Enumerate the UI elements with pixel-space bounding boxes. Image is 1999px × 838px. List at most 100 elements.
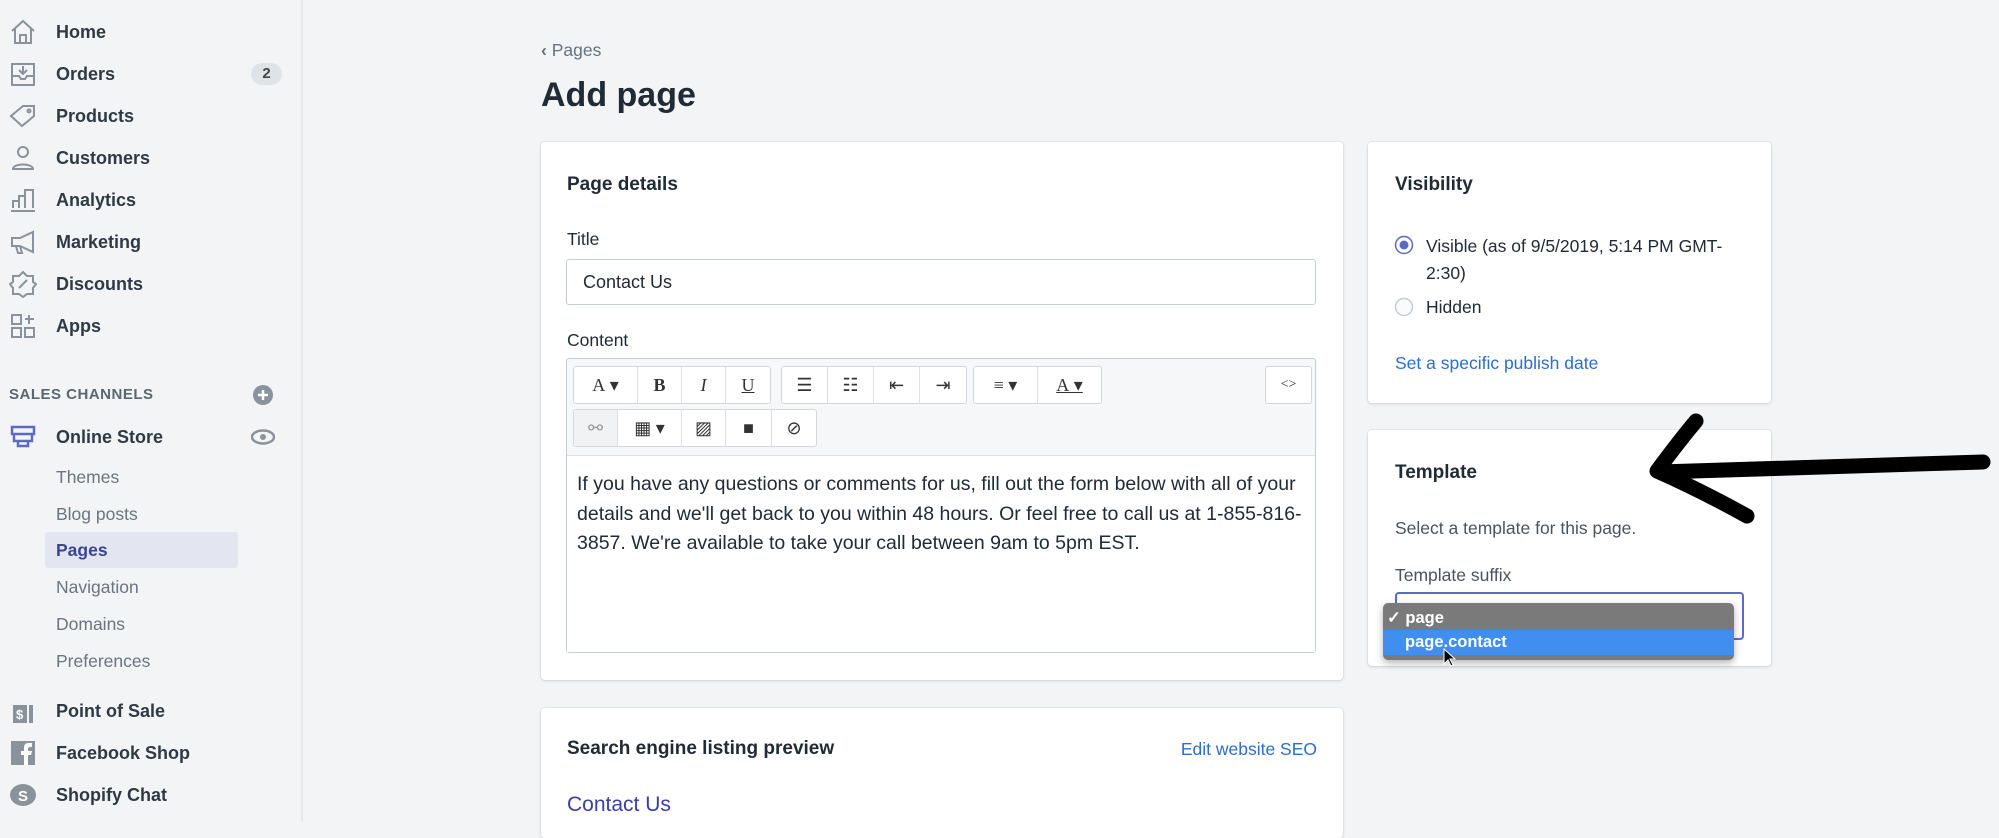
sales-channels-heading: SALES CHANNELS (9, 386, 154, 403)
person-icon (11, 146, 35, 170)
discount-icon (9, 270, 37, 298)
chevron-left-icon: ‹ (541, 40, 552, 60)
template-heading: Template (1395, 462, 1478, 483)
nav-navigation[interactable]: Navigation (56, 569, 139, 605)
nav-discounts[interactable]: Discounts (0, 266, 300, 302)
template-dropdown-menu: ✓ page page.contact (1383, 603, 1734, 660)
hidden-label: Hidden (1426, 297, 1482, 317)
visible-radio[interactable] (1394, 235, 1414, 255)
checkmark-icon: ✓ (1387, 609, 1401, 627)
nav-label: Apps (56, 315, 101, 336)
outdent-icon[interactable]: ⇤ (874, 367, 920, 403)
nav-domains[interactable]: Domains (56, 606, 125, 642)
seo-preview-title: Contact Us (567, 793, 671, 816)
nav-label: Marketing (56, 231, 142, 252)
orders-badge: 2 (251, 63, 282, 85)
option-label: page (1405, 609, 1444, 627)
sidebar: Home Orders 2 Products Customers Analytic… (0, 0, 303, 822)
svg-text:$: $ (16, 707, 24, 722)
numbered-list-icon[interactable]: ☷ (828, 367, 874, 403)
font-dropdown[interactable]: A ▾ (574, 367, 638, 403)
nav-label: Point of Sale (56, 700, 166, 721)
table-dropdown-icon[interactable]: ▦ ▾ (618, 410, 682, 446)
chat-icon: S (10, 784, 36, 806)
hidden-radio[interactable] (1394, 297, 1414, 317)
mouse-cursor-icon (1443, 648, 1457, 667)
template-description: Select a template for this page. (1395, 518, 1637, 538)
nav-label: Discounts (56, 273, 144, 294)
nav-label: Facebook Shop (56, 742, 191, 763)
home-icon (11, 19, 35, 44)
video-icon[interactable]: ■ (726, 410, 772, 446)
pos-icon: $ (13, 705, 33, 723)
template-suffix-label: Template suffix (1395, 565, 1512, 585)
apps-icon (11, 314, 35, 338)
nav-label: Analytics (56, 189, 137, 210)
facebook-icon (11, 741, 35, 765)
nav-preferences[interactable]: Preferences (56, 643, 150, 679)
nav-marketing[interactable]: Marketing (0, 224, 300, 260)
visibility-card: Visibility Visible (as of 9/5/2019, 5:14… (1368, 142, 1771, 403)
content-label: Content (567, 330, 629, 350)
nav-apps[interactable]: Apps (0, 308, 300, 344)
clear-format-icon[interactable]: ⊘ (772, 410, 816, 446)
title-input[interactable]: Contact Us (566, 259, 1316, 305)
format-group: A ▾ B I U (573, 366, 771, 404)
underline-button[interactable]: U (726, 367, 770, 403)
seo-heading: Search engine listing preview (567, 738, 835, 759)
svg-text:S: S (18, 788, 28, 805)
nav-point-of-sale[interactable]: $ Point of Sale (0, 693, 300, 729)
bold-button[interactable]: B (638, 367, 682, 403)
bar-chart-icon (11, 189, 35, 212)
list-group: ☰ ☷ ⇤ ⇥ (781, 366, 967, 404)
italic-button[interactable]: I (682, 367, 726, 403)
nav-shopify-chat[interactable]: S Shopify Chat (0, 777, 300, 813)
nav-label: Shopify Chat (56, 784, 167, 805)
nav-label: Home (56, 21, 107, 42)
card-heading: Page details (567, 174, 678, 195)
link-icon[interactable]: ⚯ (574, 410, 618, 446)
nav-products[interactable]: Products (0, 98, 300, 134)
option-page-contact[interactable]: page.contact (1383, 630, 1734, 655)
visible-label: Visible (as of 9/5/2019, 5:14 PM GMT-2:3… (1426, 236, 1723, 283)
orders-icon (11, 63, 35, 86)
editor-body[interactable]: If you have any questions or comments fo… (567, 455, 1315, 652)
rich-text-editor: A ▾ B I U ☰ ☷ ⇤ ⇥ ≡ ▾ A ▾ <> ⚯ ▦ ▾ ▨ ■ ⊘ If you hav… (566, 358, 1316, 653)
indent-icon[interactable]: ⇥ (920, 367, 966, 403)
nav-online-store[interactable]: Online Store (0, 419, 300, 455)
breadcrumb[interactable]: ‹ Pages (541, 40, 601, 61)
nav-blog-posts[interactable]: Blog posts (56, 496, 138, 532)
nav-themes[interactable]: Themes (56, 459, 119, 495)
title-label: Title (567, 229, 600, 249)
seo-card: Search engine listing preview Edit websi… (541, 708, 1343, 838)
align-dropdown-icon[interactable]: ≡ ▾ (974, 367, 1038, 403)
store-icon (10, 425, 36, 448)
nav-label: Products (56, 105, 135, 126)
breadcrumb-pages[interactable]: Pages (552, 40, 602, 60)
publish-date-link[interactable]: Set a specific publish date (1395, 353, 1598, 374)
nav-home[interactable]: Home (0, 14, 300, 50)
page-title: Add page (541, 76, 696, 114)
nav-facebook-shop[interactable]: Facebook Shop (0, 735, 300, 771)
nav-orders[interactable]: Orders 2 (0, 56, 300, 92)
html-toggle-group: <> (1265, 366, 1312, 404)
nav-customers[interactable]: Customers (0, 140, 300, 176)
text-color-dropdown[interactable]: A ▾ (1038, 367, 1101, 403)
nav-analytics[interactable]: Analytics (0, 182, 300, 218)
nav-label: Customers (56, 147, 151, 168)
visibility-heading: Visibility (1395, 174, 1473, 195)
align-color-group: ≡ ▾ A ▾ (973, 366, 1102, 404)
eye-icon[interactable] (251, 429, 275, 445)
add-channel-icon[interactable] (252, 384, 274, 406)
option-page[interactable]: ✓ page (1383, 606, 1734, 630)
nav-pages[interactable]: Pages (45, 532, 238, 568)
nav-label: Orders (56, 63, 116, 84)
code-view-icon[interactable]: <> (1266, 367, 1311, 403)
insert-group: ⚯ ▦ ▾ ▨ ■ ⊘ (573, 409, 817, 447)
megaphone-icon (11, 230, 34, 254)
nav-label: Online Store (56, 426, 164, 447)
image-icon[interactable]: ▨ (682, 410, 726, 446)
bullet-list-icon[interactable]: ☰ (782, 367, 828, 403)
tag-icon (9, 105, 35, 128)
edit-seo-link[interactable]: Edit website SEO (1181, 739, 1317, 760)
